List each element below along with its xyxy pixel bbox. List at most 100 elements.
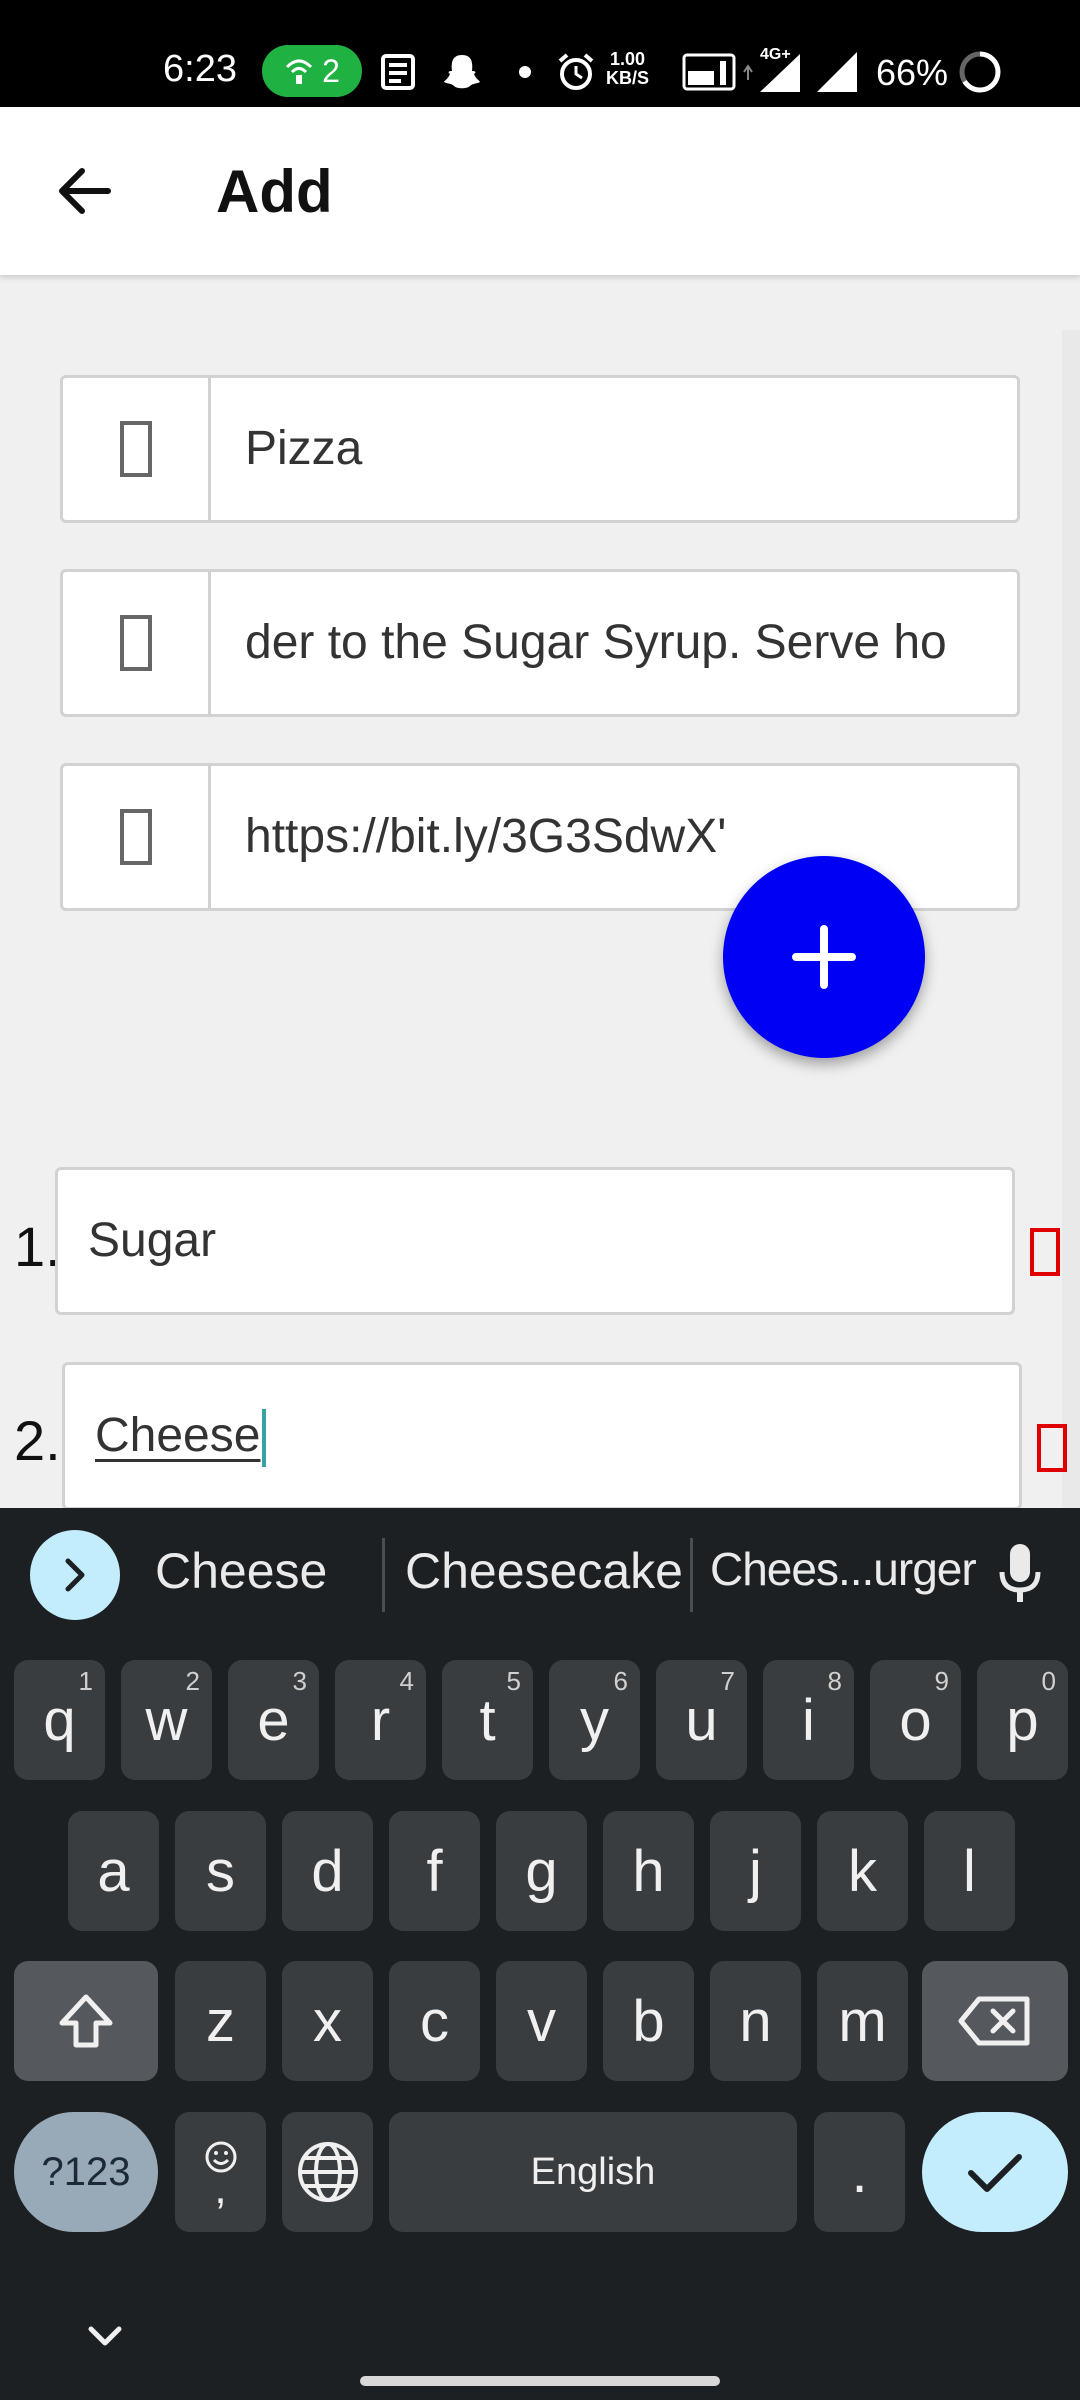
- key-t[interactable]: t5: [442, 1660, 533, 1780]
- key-j[interactable]: j: [710, 1811, 801, 1931]
- globe-icon: [297, 2142, 358, 2202]
- text-cursor: [262, 1409, 267, 1468]
- soft-keyboard: Cheese Cheesecake Chees...urger q1 w2 e3…: [0, 1508, 1080, 2400]
- key-h[interactable]: h: [603, 1811, 694, 1931]
- key-v[interactable]: v: [496, 1961, 587, 2081]
- dot-icon: [515, 50, 535, 94]
- key-f[interactable]: f: [389, 1811, 480, 1931]
- recipe-name-input[interactable]: Pizza: [245, 378, 997, 520]
- done-key[interactable]: [922, 2112, 1068, 2232]
- status-time: 6:23: [163, 48, 237, 90]
- gesture-nav-handle[interactable]: [360, 2376, 720, 2386]
- key-label: p: [1006, 1687, 1039, 1753]
- instructions-text: der to the Sugar Syrup. Serve ho: [245, 616, 947, 669]
- suggestion-divider: [690, 1538, 693, 1612]
- hotspot-icon: [286, 59, 313, 84]
- suggestion-divider: [382, 1538, 385, 1612]
- key-hint: 7: [720, 1666, 735, 1696]
- key-n[interactable]: n: [710, 1961, 801, 2081]
- key-g[interactable]: g: [496, 1811, 587, 1931]
- chevron-right-icon: [65, 1558, 85, 1592]
- language-key[interactable]: [282, 2112, 373, 2232]
- key-l[interactable]: l: [924, 1811, 1015, 1931]
- instructions-input[interactable]: der to the Sugar Syrup. Serve ho: [245, 572, 997, 714]
- arrow-left-icon: [59, 168, 111, 214]
- delete-ingredient-icon[interactable]: [1037, 1424, 1067, 1472]
- hide-keyboard-button[interactable]: [80, 2316, 130, 2356]
- key-label: q: [43, 1687, 76, 1753]
- battery-percent: 66%: [876, 52, 949, 93]
- missing-glyph-icon: [119, 809, 152, 865]
- key-e[interactable]: e3: [228, 1660, 319, 1780]
- chevron-down-icon: [88, 2326, 122, 2346]
- mic-button[interactable]: [985, 1534, 1055, 1614]
- expand-suggestions-button[interactable]: [30, 1530, 120, 1620]
- recipe-name-field[interactable]: Pizza: [60, 375, 1020, 523]
- key-hint: 8: [827, 1666, 842, 1696]
- status-bar: 6:23 2 1.00 KB/S 4G+ 66%: [0, 0, 1080, 107]
- symbols-key[interactable]: ?123: [14, 2112, 158, 2232]
- space-key[interactable]: English: [389, 2112, 797, 2232]
- ingredient-input[interactable]: Sugar: [55, 1167, 1015, 1315]
- net-speed-value: 1.00: [609, 49, 646, 69]
- key-i[interactable]: i8: [763, 1660, 854, 1780]
- suggestion-item[interactable]: Chees...urger: [710, 1542, 977, 1596]
- ingredient-number: 1.: [14, 1215, 61, 1278]
- add-ingredient-button[interactable]: [723, 856, 925, 1058]
- suggestion-item[interactable]: Cheesecake: [405, 1542, 683, 1600]
- key-w[interactable]: w2: [121, 1660, 212, 1780]
- key-label: i: [802, 1687, 815, 1753]
- key-q[interactable]: q1: [14, 1660, 105, 1780]
- key-z[interactable]: z: [175, 1961, 266, 2081]
- key-o[interactable]: o9: [870, 1660, 961, 1780]
- hotspot-badge: 2: [262, 45, 362, 97]
- snapchat-icon: [440, 50, 484, 94]
- key-hint: 0: [1041, 1666, 1056, 1696]
- instructions-field[interactable]: der to the Sugar Syrup. Serve ho: [60, 569, 1020, 717]
- period-key[interactable]: .: [814, 2112, 905, 2232]
- key-hint: 6: [613, 1666, 628, 1696]
- signal-icon: [814, 50, 860, 94]
- key-x[interactable]: x: [282, 1961, 373, 2081]
- network-label: 4G+: [760, 46, 791, 63]
- alarm-icon: [554, 50, 598, 94]
- key-y[interactable]: y6: [549, 1660, 640, 1780]
- missing-glyph-icon: [119, 421, 152, 477]
- missing-glyph-icon: [119, 615, 152, 671]
- suggestion-item[interactable]: Cheese: [155, 1542, 327, 1600]
- page-title: Add: [216, 158, 333, 225]
- app-bar: Add: [0, 107, 1080, 275]
- checkmark-icon: [968, 2154, 1022, 2192]
- microphone-icon: [999, 1544, 1041, 1602]
- shift-key[interactable]: [14, 1961, 158, 2081]
- key-label: w: [145, 1687, 188, 1753]
- scrollbar-track[interactable]: [1062, 330, 1080, 1510]
- key-label: u: [685, 1687, 718, 1753]
- key-m[interactable]: m: [817, 1961, 908, 2081]
- key-hint: 5: [506, 1666, 521, 1696]
- key-hint: 9: [934, 1666, 949, 1696]
- key-k[interactable]: k: [817, 1811, 908, 1931]
- key-c[interactable]: c: [389, 1961, 480, 2081]
- backspace-icon: [958, 1996, 1030, 2046]
- net-speed: 1.00 KB/S: [606, 50, 649, 88]
- instructions-field-icon: [63, 572, 211, 714]
- key-p[interactable]: p0: [977, 1660, 1068, 1780]
- key-d[interactable]: d: [282, 1811, 373, 1931]
- emoji-comma-key[interactable]: ,: [175, 2112, 266, 2232]
- key-label: o: [899, 1687, 932, 1753]
- backspace-key[interactable]: [922, 1961, 1068, 2081]
- key-hint: 4: [399, 1666, 414, 1696]
- hotspot-count: 2: [322, 52, 340, 89]
- ingredient-number: 2.: [14, 1409, 61, 1472]
- key-u[interactable]: u7: [656, 1660, 747, 1780]
- ingredient-input[interactable]: Cheese: [62, 1362, 1022, 1510]
- delete-ingredient-icon[interactable]: [1030, 1228, 1060, 1276]
- name-field-icon: [63, 378, 211, 520]
- key-a[interactable]: a: [68, 1811, 159, 1931]
- key-b[interactable]: b: [603, 1961, 694, 2081]
- key-s[interactable]: s: [175, 1811, 266, 1931]
- back-button[interactable]: [40, 151, 130, 231]
- key-r[interactable]: r4: [335, 1660, 426, 1780]
- key-label: e: [257, 1687, 290, 1753]
